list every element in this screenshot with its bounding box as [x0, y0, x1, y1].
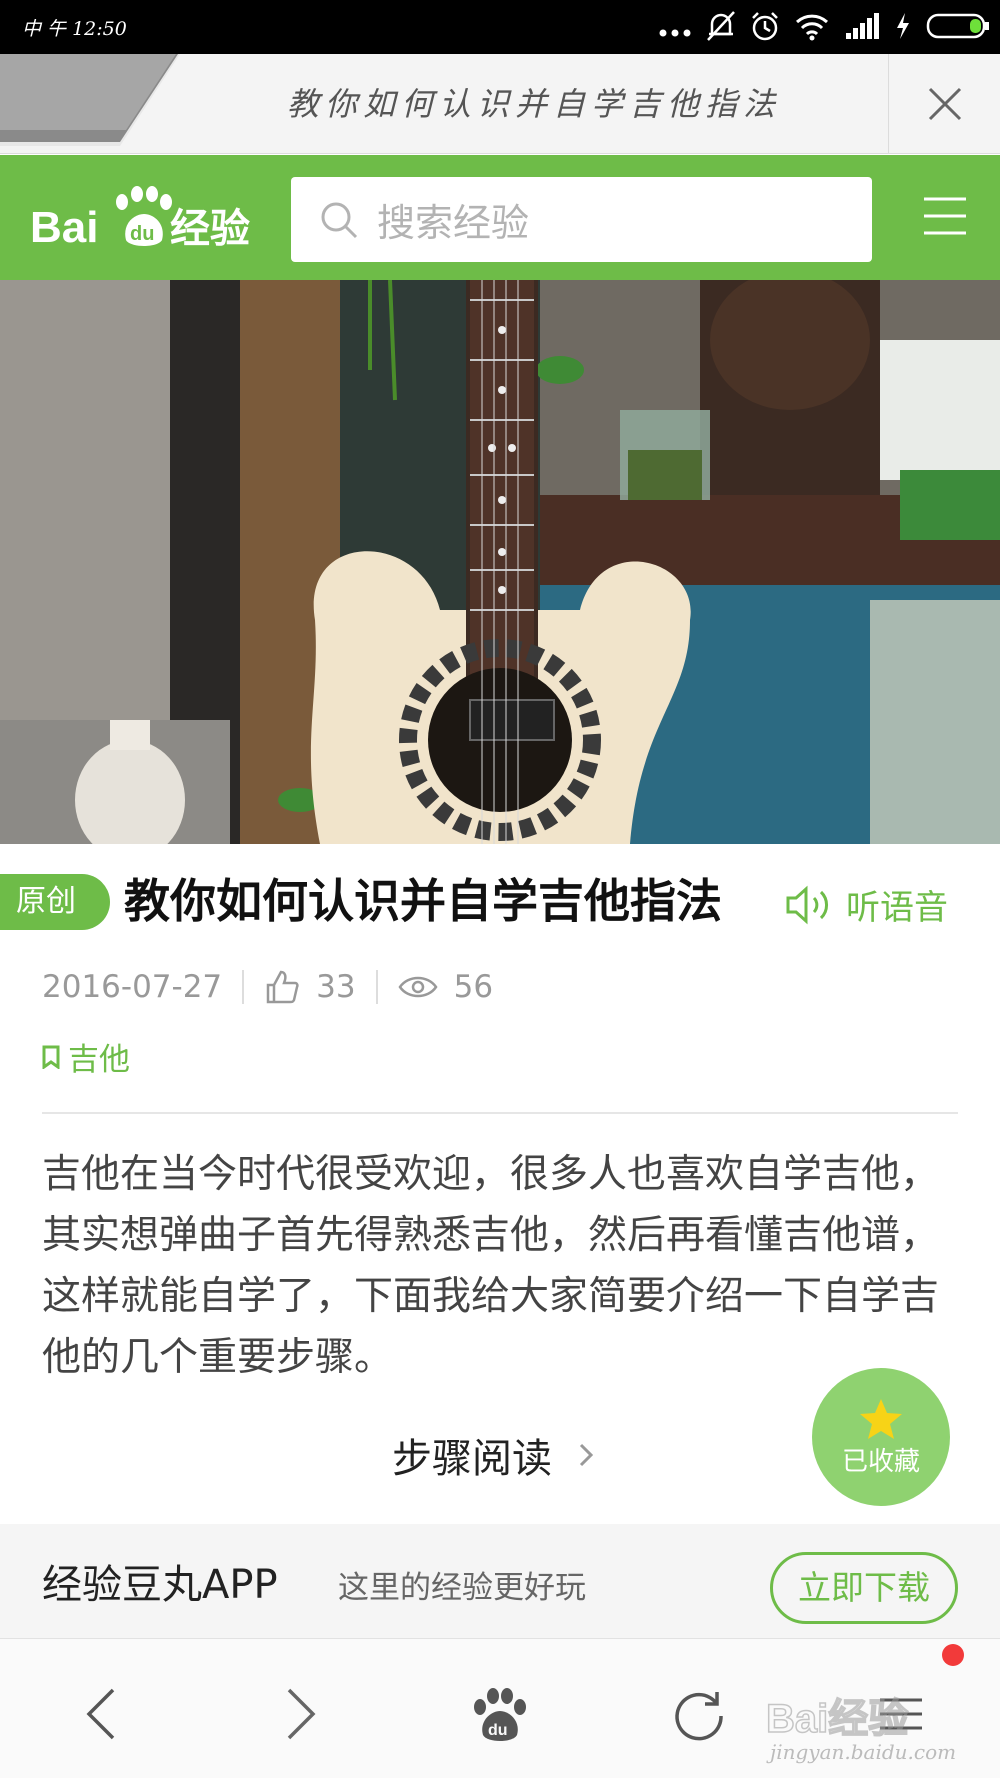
more-dots-icon	[659, 29, 691, 37]
notification-dot	[942, 1644, 964, 1666]
chevron-right-icon	[579, 1443, 594, 1467]
eye-icon	[398, 976, 438, 998]
paw-icon: du	[116, 186, 172, 246]
signal-icon	[846, 13, 879, 39]
tab-shape	[0, 54, 180, 146]
article-meta: 2016-07-27 33 56	[42, 962, 493, 1012]
svg-text:Bai经验: Bai经验	[766, 1697, 908, 1741]
step-reading-button[interactable]: 步骤阅读	[392, 1426, 594, 1484]
menu-icon[interactable]	[924, 195, 966, 237]
alarm-icon	[752, 12, 778, 41]
download-button[interactable]: 立即下载	[770, 1552, 958, 1624]
svg-text:du: du	[130, 223, 154, 245]
view-count: 56	[453, 969, 494, 1005]
content-divider	[42, 1112, 958, 1114]
guitar-photo	[0, 280, 1000, 844]
mute-bell-icon	[707, 11, 735, 41]
bookmark-icon	[42, 1045, 60, 1069]
refresh-icon	[675, 1692, 723, 1741]
battery-icon	[926, 13, 989, 39]
search-icon	[321, 202, 358, 238]
back-button[interactable]	[66, 1679, 136, 1749]
svg-text:du: du	[488, 1722, 508, 1739]
site-header: Bai du 经验 搜索经验	[0, 155, 1000, 280]
favorite-button[interactable]: 已收藏	[812, 1368, 950, 1506]
like-button[interactable]	[264, 969, 300, 1005]
article-intro: 吉他在当今时代很受欢迎，很多人也喜欢自学吉他，其实想弹曲子首先得熟悉吉他，然后再…	[42, 1152, 940, 1380]
article-cover-image	[0, 280, 1000, 844]
listen-audio-button[interactable]: 听语音	[784, 880, 948, 929]
meta-divider	[242, 970, 245, 1004]
search-placeholder: 搜索经验	[377, 201, 530, 245]
home-button[interactable]: du	[465, 1679, 535, 1749]
article-title-row: 原创 教你如何认识并自学吉他指法 听语音	[0, 872, 1000, 930]
close-icon	[928, 87, 961, 121]
speaker-icon	[786, 885, 828, 924]
meta-divider	[375, 970, 378, 1004]
step-reading-label: 步骤阅读	[392, 1436, 552, 1482]
listen-label: 听语音	[846, 888, 948, 928]
svg-text:Bai: Bai	[30, 203, 98, 252]
status-icons	[658, 10, 990, 42]
article-title: 教你如何认识并自学吉他指法	[124, 874, 722, 928]
watermark-url: jingyan.baidu.com	[770, 1740, 957, 1764]
app-promo-banner: 经验豆丸APP 这里的经验更好玩 立即下载	[0, 1524, 1000, 1638]
svg-text:经验: 经验	[170, 206, 250, 252]
app-slogan: 这里的经验更好玩	[338, 1570, 586, 1606]
forward-button[interactable]	[266, 1679, 336, 1749]
baidu-paw-icon: du	[474, 1688, 526, 1741]
like-count: 33	[316, 969, 356, 1005]
publish-date: 2016-07-27	[42, 969, 223, 1005]
charging-icon	[897, 13, 909, 39]
original-badge: 原创	[0, 874, 110, 930]
article-tag[interactable]: 吉他	[42, 1034, 130, 1079]
title-bar: 教你如何认识并自学吉他指法	[0, 54, 1000, 154]
star-icon	[860, 1398, 902, 1439]
arrow-right-icon	[287, 1688, 316, 1740]
views-indicator	[398, 973, 438, 1001]
close-button[interactable]	[888, 54, 1000, 154]
app-name: 经验豆丸APP	[42, 1562, 278, 1608]
favorited-label: 已收藏	[841, 1446, 920, 1477]
thumbs-up-icon	[266, 970, 299, 1004]
status-time: 中 午 12:50	[22, 18, 127, 40]
arrow-left-icon	[86, 1688, 115, 1740]
search-box[interactable]: 搜索经验	[291, 177, 872, 262]
baidu-jingyan-logo[interactable]: Bai du 经验	[30, 180, 270, 255]
tag-label: 吉他	[68, 1042, 130, 1078]
wifi-icon	[795, 14, 829, 41]
status-bar: 中 午 12:50	[0, 0, 1000, 54]
refresh-button[interactable]	[664, 1679, 734, 1749]
window-title: 教你如何认识并自学吉他指法	[286, 85, 781, 123]
